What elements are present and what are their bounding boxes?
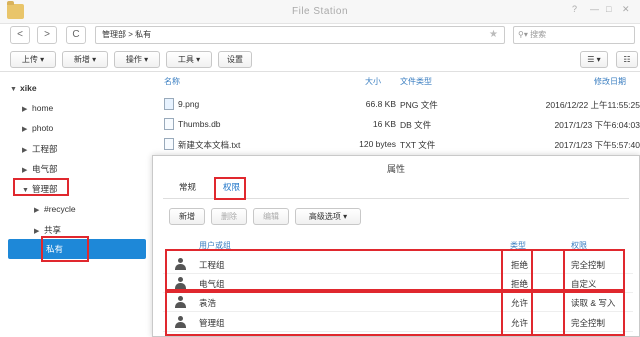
star-icon[interactable]: ★ [489, 27, 498, 43]
minimize-icon[interactable]: — [590, 4, 599, 14]
column-view-button[interactable]: ☷ [616, 51, 638, 68]
sidebar-item-electrical[interactable]: ▶ 电气部 [22, 163, 58, 175]
annotation-box-allow-rows [165, 291, 625, 336]
maximize-icon[interactable]: □ [606, 4, 611, 14]
chevron-right-icon: ▶ [22, 167, 28, 174]
list-view-button[interactable]: ☰ ▾ [580, 51, 608, 68]
help-icon[interactable]: ? [572, 4, 577, 14]
title-bar: File Station ? — □ ✕ [0, 0, 640, 24]
table-row[interactable]: 9.png 66.8 KB PNG 文件 2016/12/22 上午11:55:… [160, 96, 640, 114]
tab-general[interactable]: 常规 [179, 181, 196, 193]
back-button[interactable]: < [10, 26, 30, 44]
table-row[interactable]: 新建文本文档.txt 120 bytes TXT 文件 2017/1/23 下午… [160, 136, 640, 154]
tools-button[interactable]: 工具 ▾ [166, 51, 212, 68]
action-button[interactable]: 操作 ▾ [114, 51, 160, 68]
dialog-title: 属性 [386, 164, 405, 174]
text-file-icon [164, 138, 174, 150]
window-title: File Station [291, 6, 349, 17]
search-input[interactable]: ⚲▾ 搜索 [513, 26, 635, 44]
refresh-button[interactable]: C [66, 26, 86, 44]
sidebar-item-recycle[interactable]: ▶ #recycle [34, 204, 76, 214]
close-icon[interactable]: ✕ [622, 4, 630, 15]
annotation-box-private [41, 236, 89, 262]
advanced-options-button[interactable]: 高级选项 ▾ [295, 208, 361, 225]
search-placeholder: 搜索 [530, 30, 547, 39]
edit-permission-button[interactable]: 编辑 [253, 208, 289, 225]
chevron-right-icon: ▶ [34, 228, 40, 235]
column-header-size[interactable]: 大小 [365, 76, 381, 87]
image-file-icon [164, 98, 174, 110]
annotation-box-permission-column [563, 249, 625, 336]
settings-button[interactable]: 设置 [218, 51, 252, 68]
chevron-right-icon: ▶ [34, 207, 40, 214]
delete-permission-button[interactable]: 删除 [211, 208, 247, 225]
navigation-bar: < > C 管理部 > 私有 ★ ⚲▾ 搜索 [0, 24, 640, 47]
sidebar: ▼ xike ▶ home ▶ photo ▶ 工程部 ▶ 电气部 ▼ 管理部 ▶ #recy… [0, 73, 148, 337]
chevron-down-icon: ▼ [10, 86, 17, 93]
annotation-box-permissions-tab [214, 177, 246, 200]
column-header-type[interactable]: 文件类型 [400, 76, 432, 87]
new-button[interactable]: 新增 ▾ [62, 51, 108, 68]
annotation-box-type-column [501, 249, 533, 336]
upload-button[interactable]: 上传 ▾ [10, 51, 56, 68]
sidebar-item-photo[interactable]: ▶ photo [22, 123, 53, 133]
annotation-box-management [13, 178, 69, 196]
sidebar-item-home[interactable]: ▶ home [22, 103, 53, 113]
search-icon: ⚲▾ [518, 30, 531, 39]
chevron-right-icon: ▶ [22, 147, 28, 154]
path-bar[interactable]: 管理部 > 私有 ★ [95, 26, 505, 44]
column-header-name[interactable]: 名称 [164, 76, 180, 87]
add-permission-button[interactable]: 新增 [169, 208, 205, 225]
chevron-right-icon: ▶ [22, 106, 28, 113]
sidebar-item-shared[interactable]: ▶ 共享 [34, 224, 61, 236]
chevron-right-icon: ▶ [22, 126, 28, 133]
sidebar-root[interactable]: ▼ xike [10, 83, 37, 93]
sidebar-item-engineering[interactable]: ▶ 工程部 [22, 143, 58, 155]
table-row[interactable]: Thumbs.db 16 KB DB 文件 2017/1/23 下午6:04:0… [160, 116, 640, 134]
annotation-box-deny-rows [165, 249, 625, 291]
path-text: 管理部 > 私有 [102, 30, 152, 39]
column-header-modified[interactable]: 修改日期 [594, 76, 626, 87]
file-icon [164, 118, 174, 130]
forward-button[interactable]: > [37, 26, 57, 44]
toolbar: 上传 ▾ 新增 ▾ 操作 ▾ 工具 ▾ 设置 ☰ ▾ ☷ [0, 48, 640, 72]
